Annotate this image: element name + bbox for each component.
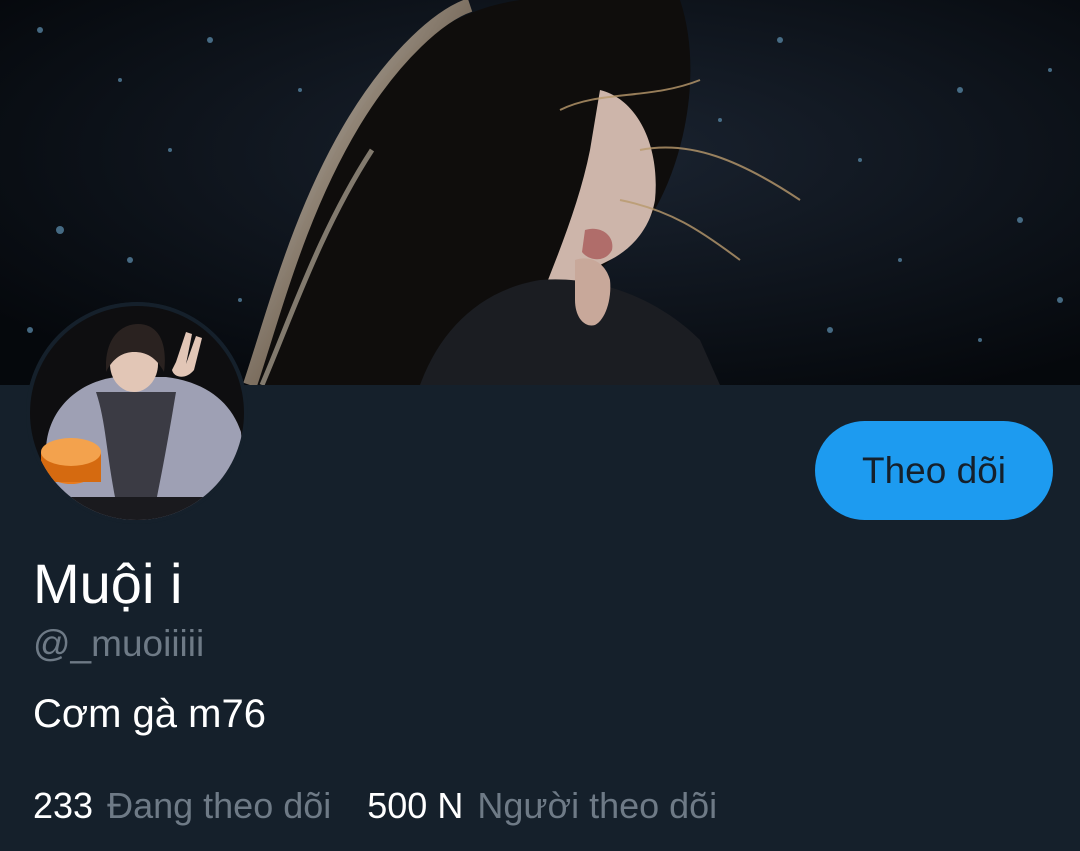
following-count: 233 xyxy=(33,785,94,826)
followers-stat[interactable]: 500 N Người theo dõi xyxy=(367,783,717,829)
followers-label: Người theo dõi xyxy=(477,785,718,826)
profile-handle: @_muoiiiii xyxy=(33,623,205,664)
follow-button[interactable]: Theo dõi xyxy=(815,421,1053,520)
followers-count: 500 N xyxy=(367,785,464,826)
profile-page: Theo dõi Muội i @_muoiiiii Cơm gà m76 23… xyxy=(0,0,1080,851)
profile-stats: 233 Đang theo dõi 500 N Người theo dõi xyxy=(33,783,753,829)
profile-bio: Cơm gà m76 xyxy=(33,692,266,736)
profile-avatar[interactable] xyxy=(26,302,248,524)
following-stat[interactable]: 233 Đang theo dõi xyxy=(33,783,331,829)
avatar-photo xyxy=(26,302,248,524)
following-label: Đang theo dõi xyxy=(107,785,332,826)
profile-display-name: Muội i xyxy=(33,552,183,615)
